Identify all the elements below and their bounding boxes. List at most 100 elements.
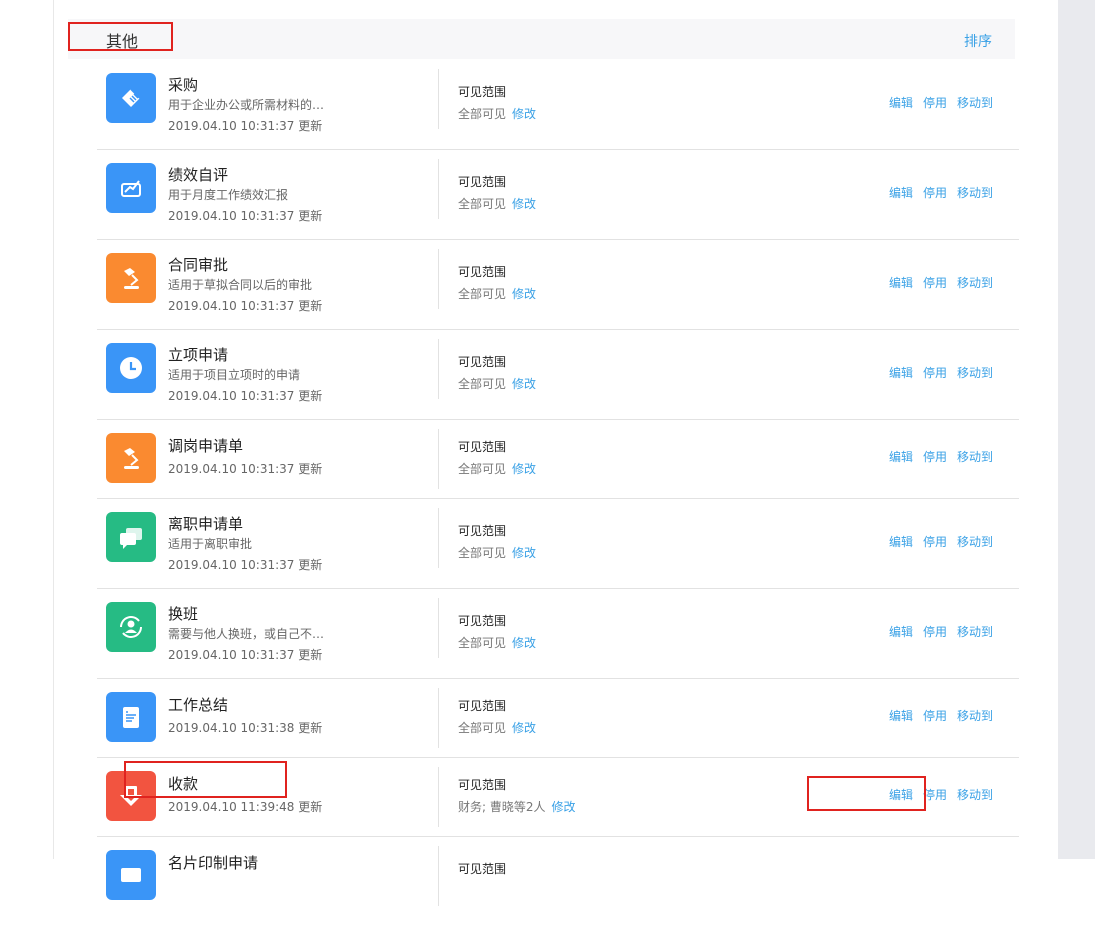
item-actions: 编辑 停用 移动到 — [889, 707, 1003, 724]
edit-button[interactable]: 编辑 — [889, 276, 913, 290]
item-name[interactable]: 调岗申请单 — [168, 435, 243, 456]
stamp-icon — [106, 433, 156, 483]
divider — [438, 429, 439, 489]
purchase-tag-icon — [106, 73, 156, 123]
edit-button[interactable]: 编辑 — [889, 535, 913, 549]
edit-button[interactable]: 编辑 — [889, 450, 913, 464]
modify-visibility-link[interactable]: 修改 — [512, 636, 536, 650]
item-desc: 用于企业办公或所需材料的… — [168, 98, 325, 112]
visibility-text: 全部可见 — [458, 721, 507, 735]
item-actions: 编辑 停用 移动到 — [889, 94, 1003, 111]
disable-button[interactable]: 停用 — [923, 96, 947, 110]
item-name[interactable]: 离职申请单 — [168, 513, 243, 534]
item-name[interactable]: 采购 — [168, 74, 198, 95]
modify-visibility-link[interactable]: 修改 — [512, 107, 536, 121]
list-item: 名片印制申请 可见范围 — [97, 836, 1019, 926]
disable-button[interactable]: 停用 — [923, 709, 947, 723]
modify-visibility-link[interactable]: 修改 — [512, 462, 536, 476]
edit-button[interactable]: 编辑 — [889, 186, 913, 200]
move-to-button[interactable]: 移动到 — [957, 625, 993, 639]
edit-button[interactable]: 编辑 — [889, 625, 913, 639]
disable-button[interactable]: 停用 — [923, 186, 947, 200]
visibility-label: 可见范围 — [458, 614, 507, 628]
visibility-label: 可见范围 — [458, 85, 507, 99]
sort-button[interactable]: 排序 — [964, 31, 992, 51]
visibility-value: 全部可见 修改 — [458, 544, 536, 561]
visibility-value: 全部可见 修改 — [458, 105, 536, 122]
visibility-label: 可见范围 — [458, 440, 507, 454]
visibility-text: 全部可见 — [458, 287, 507, 301]
visibility-label: 可见范围 — [458, 699, 507, 713]
modify-visibility-link[interactable]: 修改 — [512, 721, 536, 735]
visibility-text: 全部可见 — [458, 197, 507, 211]
item-updated-time: 2019.04.10 10:31:38 更新 — [168, 721, 323, 735]
disable-button[interactable]: 停用 — [923, 625, 947, 639]
visibility-text: 财务; 曹晓等2人 — [458, 800, 546, 814]
modify-visibility-link[interactable]: 修改 — [512, 377, 536, 391]
list-item: 离职申请单 适用于离职审批 2019.04.10 10:31:37 更新 可见范围 全部… — [97, 498, 1019, 589]
stamp-icon — [106, 253, 156, 303]
move-to-button[interactable]: 移动到 — [957, 276, 993, 290]
document-icon — [106, 692, 156, 742]
disable-button[interactable]: 停用 — [923, 276, 947, 290]
modify-visibility-link[interactable]: 修改 — [552, 800, 576, 814]
list-item: 绩效自评 用于月度工作绩效汇报 2019.04.10 10:31:37 更新 可见范围… — [97, 149, 1019, 240]
divider — [438, 339, 439, 399]
item-name[interactable]: 立项申请 — [168, 344, 228, 365]
item-name[interactable]: 工作总结 — [168, 694, 228, 715]
edit-button[interactable]: 编辑 — [889, 709, 913, 723]
list-item: 收款 2019.04.10 11:39:48 更新 可见范围 财务; 曹晓等2人 修改 编… — [97, 757, 1019, 837]
user-swap-icon — [106, 602, 156, 652]
list-item: 立项申请 适用于项目立项时的申请 2019.04.10 10:31:37 更新 可见范… — [97, 329, 1019, 420]
visibility-value: 全部可见 修改 — [458, 460, 536, 477]
divider — [438, 846, 439, 906]
visibility-label: 可见范围 — [458, 862, 507, 876]
item-actions: 编辑 停用 移动到 — [889, 184, 1003, 201]
item-name[interactable]: 收款 — [168, 773, 198, 794]
item-name[interactable]: 换班 — [168, 603, 198, 624]
visibility-value: 全部可见 修改 — [458, 634, 536, 651]
right-scroll-area — [1058, 0, 1095, 859]
item-name[interactable]: 名片印制申请 — [168, 852, 258, 873]
move-to-button[interactable]: 移动到 — [957, 186, 993, 200]
move-to-button[interactable]: 移动到 — [957, 709, 993, 723]
card-icon — [106, 850, 156, 900]
disable-button[interactable]: 停用 — [923, 535, 947, 549]
disable-button[interactable]: 停用 — [923, 788, 947, 802]
visibility-value: 全部可见 修改 — [458, 195, 536, 212]
item-name[interactable]: 合同审批 — [168, 254, 228, 275]
move-to-button[interactable]: 移动到 — [957, 96, 993, 110]
visibility-value: 全部可见 修改 — [458, 285, 536, 302]
move-to-button[interactable]: 移动到 — [957, 366, 993, 380]
item-actions: 编辑 停用 移动到 — [889, 364, 1003, 381]
item-name[interactable]: 绩效自评 — [168, 164, 228, 185]
move-to-button[interactable]: 移动到 — [957, 788, 993, 802]
left-gutter — [0, 0, 54, 859]
chat-bubbles-icon — [106, 512, 156, 562]
divider — [438, 249, 439, 309]
edit-button[interactable]: 编辑 — [889, 96, 913, 110]
visibility-text: 全部可见 — [458, 377, 507, 391]
move-to-button[interactable]: 移动到 — [957, 450, 993, 464]
modify-visibility-link[interactable]: 修改 — [512, 287, 536, 301]
disable-button[interactable]: 停用 — [923, 366, 947, 380]
move-to-button[interactable]: 移动到 — [957, 535, 993, 549]
visibility-text: 全部可见 — [458, 462, 507, 476]
visibility-text: 全部可见 — [458, 107, 507, 121]
item-desc: 适用于草拟合同以后的审批 — [168, 278, 313, 292]
edit-button[interactable]: 编辑 — [889, 788, 913, 802]
divider — [438, 598, 439, 658]
edit-button[interactable]: 编辑 — [889, 366, 913, 380]
modify-visibility-link[interactable]: 修改 — [512, 546, 536, 560]
item-desc: 适用于离职审批 — [168, 537, 253, 551]
item-updated-time: 2019.04.10 10:31:37 更新 — [168, 299, 323, 313]
list-item: 调岗申请单 2019.04.10 10:31:37 更新 可见范围 全部可见 修改 编辑停… — [97, 419, 1019, 499]
list-item: 采购 用于企业办公或所需材料的… 2019.04.10 10:31:37 更新 可见范… — [97, 59, 1019, 150]
disable-button[interactable]: 停用 — [923, 450, 947, 464]
item-updated-time: 2019.04.10 10:31:37 更新 — [168, 209, 323, 223]
item-actions: 编辑 停用 移动到 — [889, 448, 1003, 465]
modify-visibility-link[interactable]: 修改 — [512, 197, 536, 211]
list-item: 合同审批 适用于草拟合同以后的审批 2019.04.10 10:31:37 更新 可见… — [97, 239, 1019, 330]
item-updated-time: 2019.04.10 11:39:48 更新 — [168, 800, 323, 814]
visibility-label: 可见范围 — [458, 175, 507, 189]
